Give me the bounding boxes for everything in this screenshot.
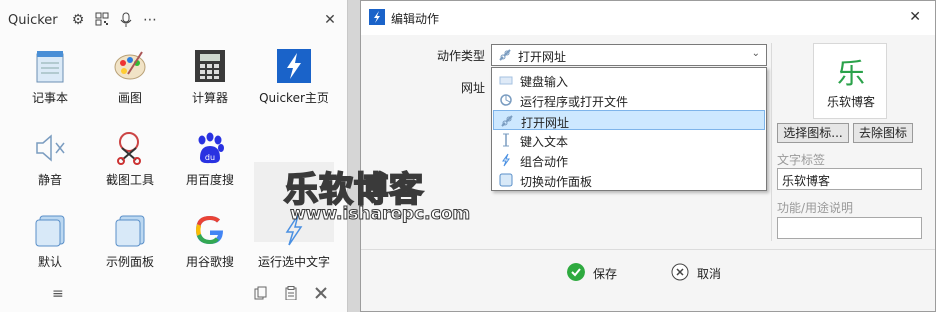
option-label: 切换动作面板 [520, 175, 593, 189]
combobox-value: 打开网址 [518, 50, 567, 64]
edit-action-dialog: 编辑动作 ✕ 动作类型 网址 打开网址 ⌄ 键盘输入 运行程序或打开文件 打开网… [360, 0, 936, 312]
watermark-url: www.isharepc.com [289, 204, 471, 225]
copy-icon[interactable] [254, 286, 268, 304]
chevron-down-icon[interactable]: ⌄ [752, 48, 760, 59]
footer-divider [361, 249, 935, 250]
text-label-caption: 文字标签 [777, 153, 826, 167]
action-baidu[interactable]: du 用百度搜 [170, 124, 250, 196]
action-label: 计算器 [191, 91, 228, 105]
paint-palette-icon [114, 51, 146, 80]
clipboard-icon[interactable] [284, 286, 298, 304]
action-type-dropdown: 键盘输入 运行程序或打开文件 打开网址 键入文本 组合动作 切换动作面板 [491, 67, 767, 191]
remove-icon-button[interactable]: 去除图标 [853, 123, 913, 143]
scissors-icon [117, 132, 141, 165]
qr-code-icon[interactable] [94, 12, 110, 28]
cancel-label: 取消 [697, 267, 722, 281]
checkmark-icon [567, 263, 585, 281]
action-label: 截图工具 [105, 173, 154, 187]
dropdown-option-type-text[interactable]: 键入文本 [493, 130, 765, 150]
microphone-icon[interactable] [118, 12, 134, 28]
action-default-panel[interactable]: 默认 [10, 206, 90, 278]
menu-icon[interactable]: ≡ [52, 286, 64, 302]
action-label: 示例面板 [105, 255, 154, 269]
save-label: 保存 [593, 267, 618, 281]
text-cursor-icon [503, 133, 509, 147]
baidu-paw-icon: du [198, 132, 224, 164]
description-input[interactable] [777, 217, 922, 239]
quicker-lightning-icon [369, 9, 385, 25]
action-label: 静音 [37, 173, 62, 187]
link-icon [501, 115, 513, 127]
text-label-input[interactable]: 乐软博客 [777, 168, 922, 190]
action-google[interactable]: 用谷歌搜 [170, 206, 250, 278]
action-quicker-home[interactable]: Quicker主页 [254, 42, 334, 114]
url-label: 网址 [461, 81, 486, 95]
action-mute[interactable]: 静音 [10, 124, 90, 196]
action-type-label: 动作类型 [437, 49, 486, 63]
action-paint[interactable]: 画图 [90, 42, 170, 114]
text-label-value: 乐软博客 [782, 174, 831, 188]
close-icon[interactable]: ✕ [909, 9, 921, 25]
notepad-icon [36, 51, 64, 83]
option-label: 打开网址 [521, 116, 570, 130]
quicker-title: Quicker [8, 13, 58, 28]
action-label: 画图 [117, 91, 142, 105]
gear-icon[interactable]: ⚙ [70, 12, 86, 28]
action-label: 默认 [37, 255, 62, 269]
action-label: Quicker主页 [259, 91, 329, 105]
panel-icon [35, 215, 65, 247]
cancel-button[interactable]: 取消 [671, 263, 731, 283]
quicker-header: Quicker ⚙ ⋯ ✕ [0, 0, 348, 40]
action-label: 记事本 [31, 91, 68, 105]
icon-preview-glyph: 乐 [836, 57, 865, 90]
close-icon[interactable]: ✕ [322, 12, 338, 28]
calculator-icon [195, 50, 225, 82]
option-label: 组合动作 [520, 155, 569, 169]
action-label: 用谷歌搜 [185, 255, 234, 269]
option-label: 运行程序或打开文件 [520, 95, 629, 109]
dropdown-option-run-program[interactable]: 运行程序或打开文件 [493, 90, 765, 110]
tools-icon[interactable] [314, 286, 328, 304]
svg-text:du: du [205, 153, 215, 162]
icon-preview: 乐 乐软博客 [813, 43, 887, 119]
option-label: 键入文本 [520, 135, 569, 149]
panel-switch-icon [499, 173, 513, 187]
action-label: 运行选中文字 [257, 255, 330, 269]
dialog-titlebar: 编辑动作 ✕ [361, 1, 935, 35]
speaker-mute-icon [36, 134, 65, 162]
icon-preview-caption: 乐软博客 [826, 95, 875, 109]
lightning-icon [502, 153, 510, 167]
action-label: 用百度搜 [185, 173, 234, 187]
dialog-title: 编辑动作 [391, 12, 440, 26]
action-notepad[interactable]: 记事本 [10, 42, 90, 114]
action-type-combobox[interactable]: 打开网址 ⌄ [491, 44, 767, 66]
action-example-panel[interactable]: 示例面板 [90, 206, 170, 278]
dropdown-option-keyboard[interactable]: 键盘输入 [493, 70, 765, 90]
select-icon-button[interactable]: 选择图标... [777, 123, 849, 143]
dropdown-option-open-url[interactable]: 打开网址 [493, 110, 765, 130]
cancel-icon [671, 263, 689, 281]
google-icon [196, 216, 223, 244]
action-calculator[interactable]: 计算器 [170, 42, 250, 114]
description-caption: 功能/用途说明 [777, 201, 854, 215]
watermark: 乐软博客 www.isharepc.com [262, 162, 471, 232]
option-label: 键盘输入 [520, 75, 569, 89]
dropdown-option-switch-panel[interactable]: 切换动作面板 [493, 170, 765, 190]
quicker-lightning-icon [277, 49, 311, 83]
link-icon [499, 49, 511, 61]
panel-icon [115, 215, 145, 247]
save-button[interactable]: 保存 [567, 263, 627, 283]
action-snipping[interactable]: 截图工具 [90, 124, 170, 196]
more-icon[interactable]: ⋯ [142, 12, 158, 28]
quicker-panel: Quicker ⚙ ⋯ ✕ 记事本 画图 计算器 Quicker主页 静音 截图… [0, 0, 348, 312]
vertical-divider [771, 43, 772, 241]
dropdown-option-composite[interactable]: 组合动作 [493, 150, 765, 170]
run-program-icon [500, 94, 512, 106]
keyboard-icon [499, 76, 513, 85]
